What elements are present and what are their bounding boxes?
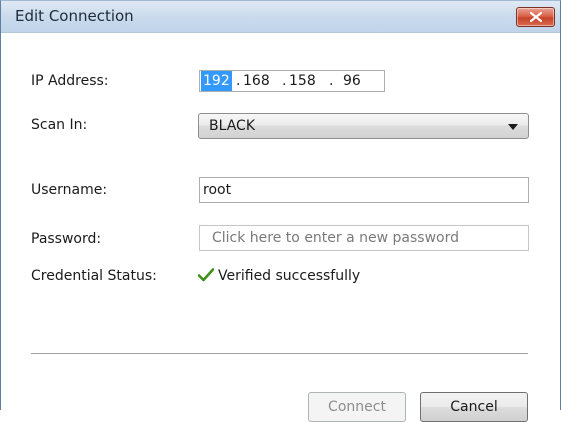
ip-dot: .: [282, 73, 287, 89]
dialog-body: IP Address: 192 . 168 . 158 . 96 Scan In…: [1, 33, 560, 422]
ip-octet-1[interactable]: 192: [201, 71, 232, 91]
ip-address-label: IP Address:: [31, 73, 109, 89]
divider: [31, 353, 528, 355]
close-button[interactable]: [516, 7, 555, 27]
password-label: Password:: [31, 231, 102, 247]
ip-octet-4[interactable]: 96: [343, 71, 361, 91]
ip-dot: .: [236, 73, 241, 89]
chevron-down-icon: [508, 124, 518, 130]
ip-octet-2[interactable]: 168: [243, 71, 270, 91]
ip-dot: .: [329, 73, 334, 89]
username-label: Username:: [31, 182, 108, 198]
credential-status-label: Credential Status:: [31, 268, 157, 284]
ip-address-input[interactable]: 192 . 168 . 158 . 96: [199, 70, 385, 92]
close-icon: [530, 12, 542, 22]
title-bar[interactable]: Edit Connection: [1, 1, 560, 33]
ip-octet-3[interactable]: 158: [289, 71, 316, 91]
checkmark-icon: [198, 268, 214, 282]
window-title: Edit Connection: [15, 7, 134, 25]
username-field[interactable]: root: [199, 177, 529, 203]
password-field[interactable]: Click here to enter a new password: [199, 225, 529, 251]
credential-status: Verified successfully: [198, 268, 360, 284]
scan-in-label: Scan In:: [31, 117, 88, 133]
edit-connection-dialog: Edit Connection IP Address: 192 . 168 . …: [0, 0, 561, 422]
scan-in-value: BLACK: [209, 118, 256, 134]
credential-status-text: Verified successfully: [218, 268, 361, 284]
scan-in-select[interactable]: BLACK: [198, 113, 529, 139]
connect-button[interactable]: Connect: [308, 392, 406, 422]
cancel-button[interactable]: Cancel: [420, 392, 528, 422]
